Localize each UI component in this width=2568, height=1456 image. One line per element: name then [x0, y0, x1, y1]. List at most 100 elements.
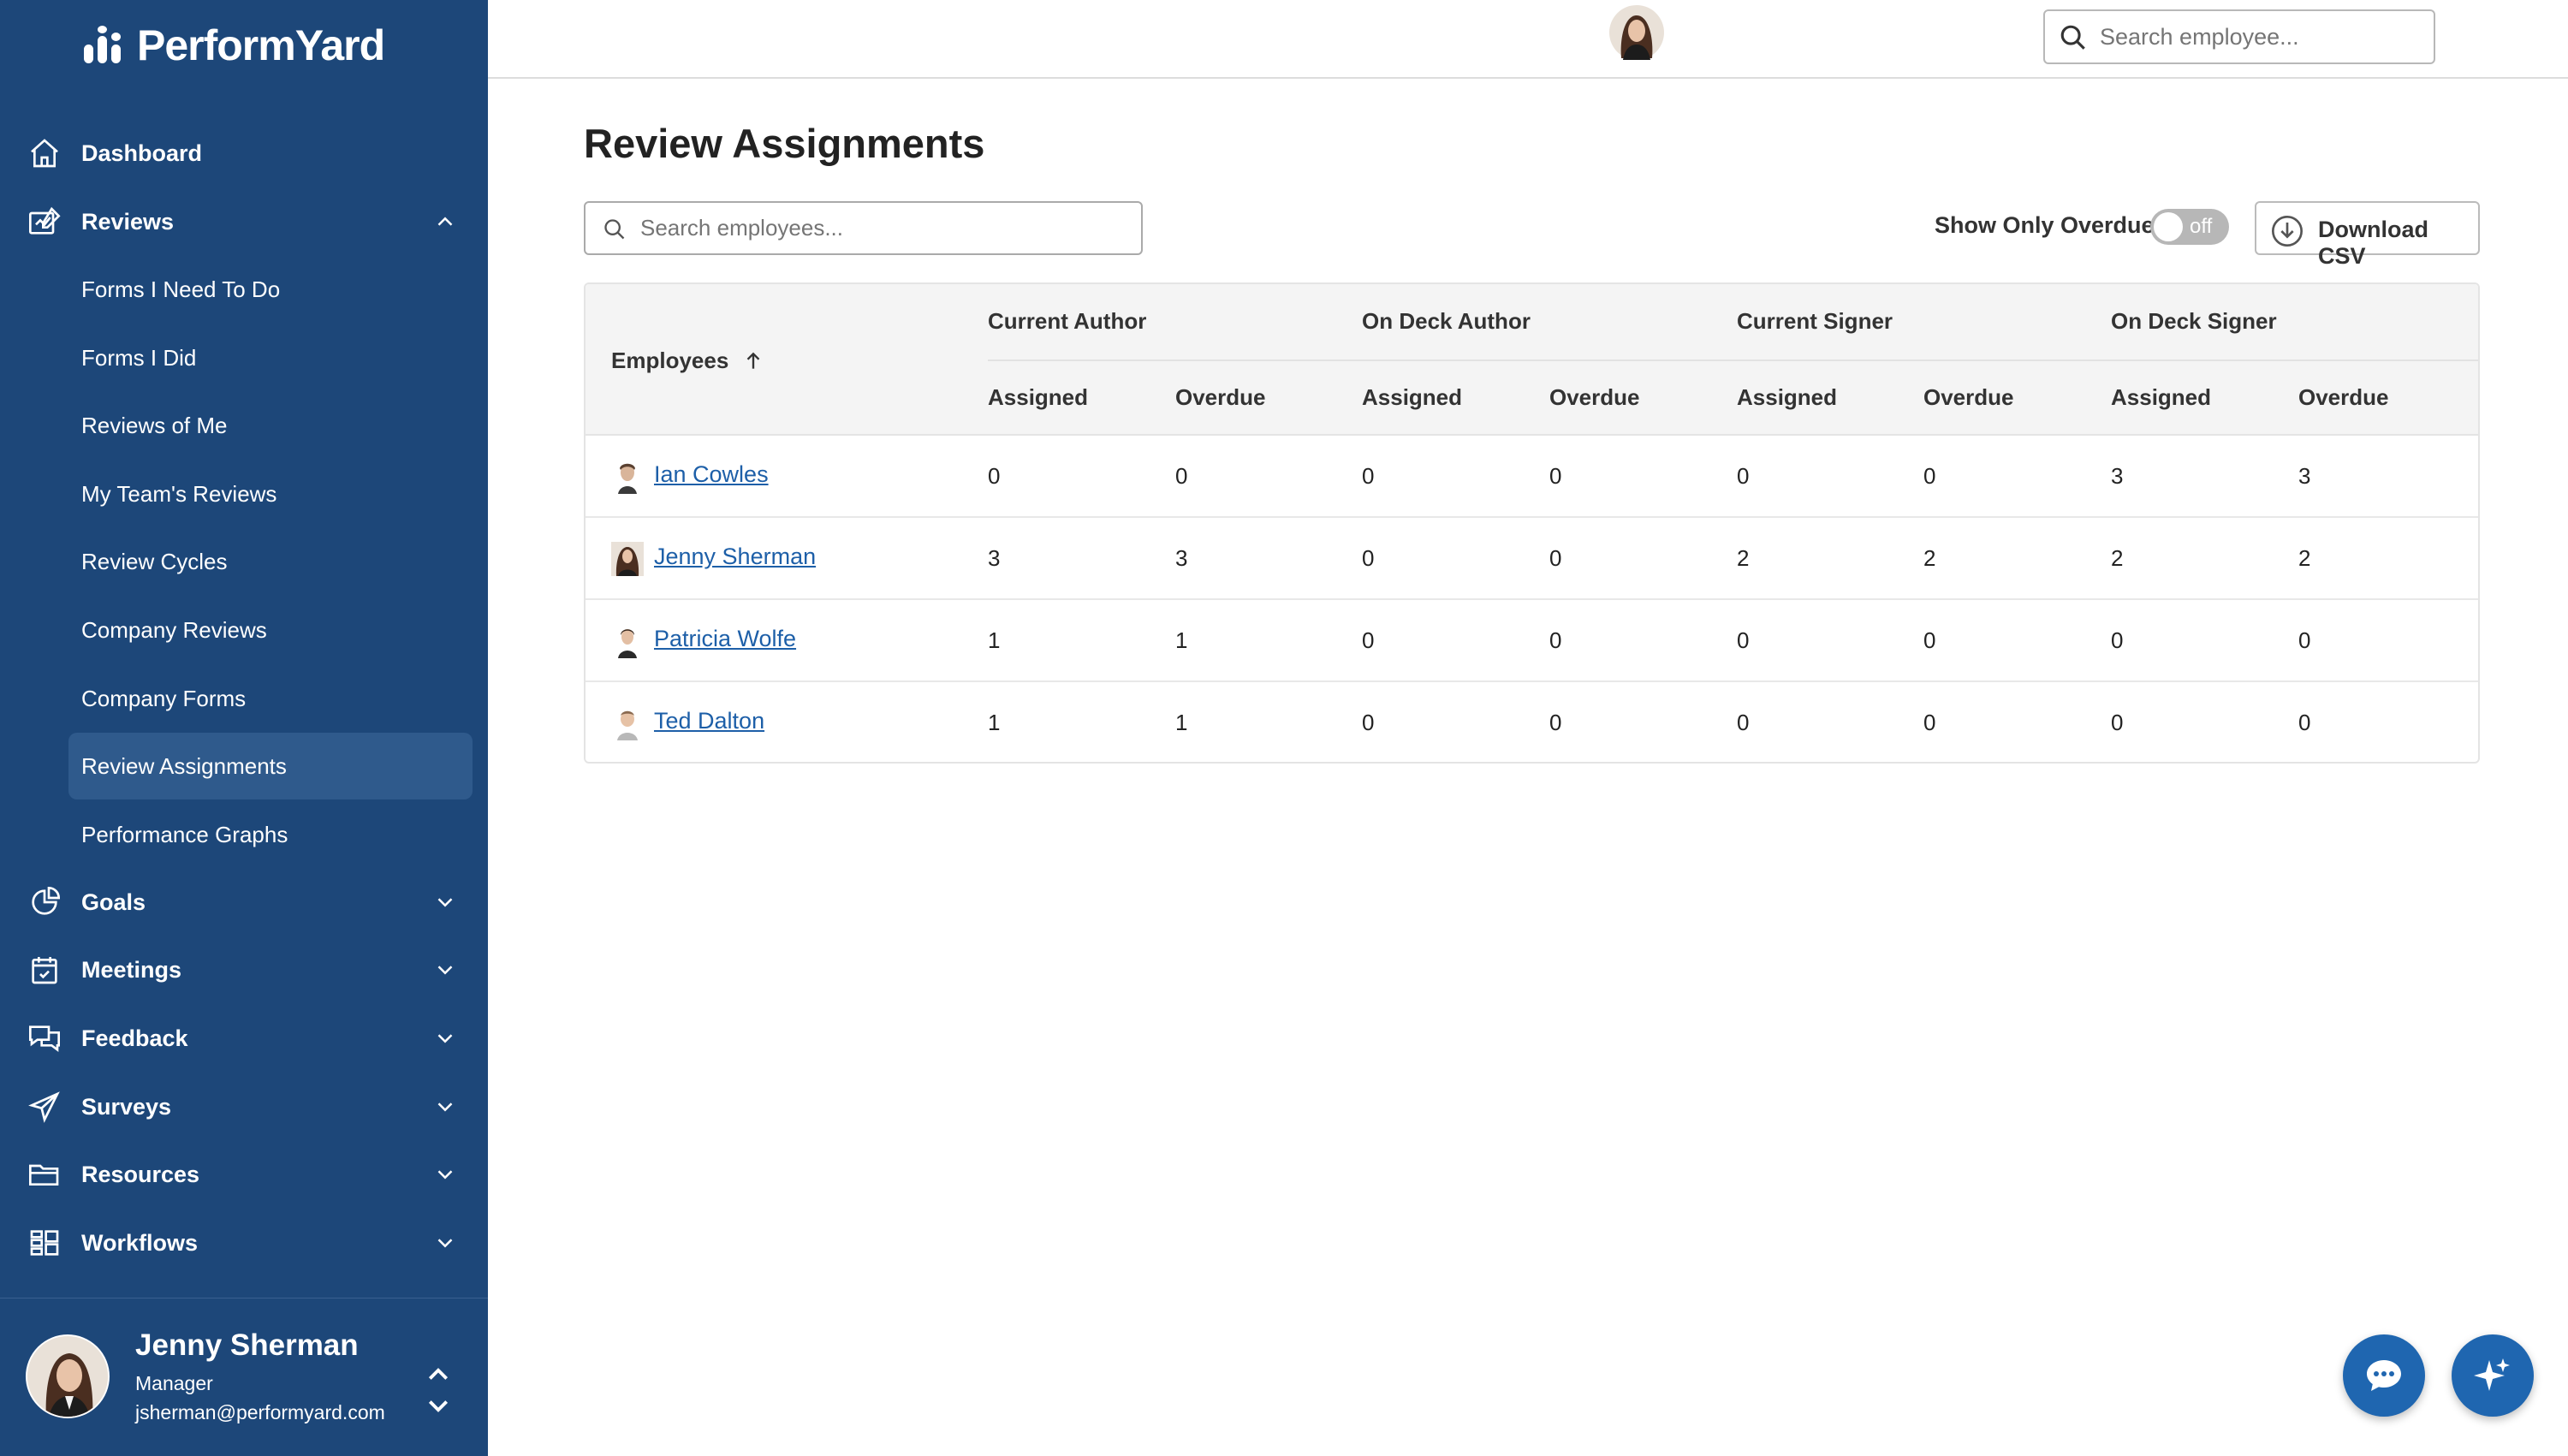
chevron-down-icon[interactable]	[432, 1230, 458, 1256]
chat-button[interactable]	[2343, 1334, 2425, 1417]
logo-text: PerformYard	[137, 21, 385, 69]
review-assignments-table: Employees Current Author On Deck Author …	[584, 282, 2480, 764]
column-header-overdue[interactable]: Overdue	[2298, 384, 2389, 411]
chevron-down-icon[interactable]	[432, 1094, 458, 1120]
user-role: Manager	[135, 1372, 213, 1394]
cell-value: 0	[1737, 463, 1750, 489]
column-header-assigned[interactable]: Assigned	[1737, 384, 1837, 411]
show-only-overdue-label: Show Only Overdue	[1935, 212, 2155, 238]
cell-value: 0	[1923, 463, 1936, 489]
user-profile[interactable]: Jenny Sherman Manager jsherman@performya…	[0, 1298, 488, 1456]
cell-value: 0	[1923, 627, 1936, 653]
employees-search-input[interactable]	[640, 215, 1128, 241]
subnav-forms-i-did[interactable]: Forms I Did	[68, 324, 473, 391]
chevron-up-icon[interactable]	[432, 209, 458, 235]
sparkle-icon	[2474, 1358, 2510, 1391]
cell-value: 0	[1549, 545, 1562, 571]
cell-value: 3	[988, 545, 1001, 571]
performyard-logo[interactable]: PerformYard	[84, 15, 385, 75]
top-avatar[interactable]	[1609, 5, 1664, 60]
employee-avatar	[611, 542, 644, 576]
expand-collapse-icon[interactable]	[426, 1365, 450, 1415]
cell-value: 0	[1549, 710, 1562, 735]
cell-value: 0	[988, 463, 1001, 489]
nav-label: Feedback	[81, 1025, 188, 1051]
cell-value: 0	[2298, 710, 2311, 735]
nav-label: Meetings	[81, 956, 182, 983]
nav-surveys[interactable]: Surveys	[0, 1076, 488, 1138]
sort-ascending-icon[interactable]	[742, 350, 764, 372]
ai-assistant-button[interactable]	[2452, 1334, 2534, 1417]
column-header-assigned[interactable]: Assigned	[2111, 384, 2211, 411]
group-header-on-deck-signer: On Deck Signer	[2111, 308, 2277, 334]
column-header-overdue[interactable]: Overdue	[1175, 384, 1266, 411]
chat-bubble-icon	[2367, 1360, 2401, 1391]
nav-resources[interactable]: Resources	[0, 1144, 488, 1205]
nav-reviews[interactable]: Reviews	[0, 191, 488, 253]
toggle-state-label: off	[2190, 215, 2213, 238]
chevron-down-icon[interactable]	[432, 889, 458, 915]
cell-value: 0	[1362, 627, 1375, 653]
cell-value: 1	[1175, 627, 1188, 653]
cell-value: 0	[2111, 627, 2124, 653]
subnav-company-reviews[interactable]: Company Reviews	[68, 597, 473, 663]
nav-dashboard[interactable]: Dashboard	[0, 122, 488, 184]
employee-link[interactable]: Patricia Wolfe	[654, 626, 796, 652]
nav-label: Surveys	[81, 1093, 172, 1120]
cell-value: 0	[2111, 710, 2124, 735]
nav-feedback[interactable]: Feedback	[0, 1007, 488, 1069]
nav-meetings[interactable]: Meetings	[0, 939, 488, 1001]
cell-value: 1	[988, 627, 1001, 653]
column-header-assigned[interactable]: Assigned	[988, 384, 1088, 411]
cell-value: 0	[1737, 710, 1750, 735]
sidebar: PerformYard Dashboard Reviews Forms I Ne…	[0, 0, 488, 1456]
search-icon	[2060, 25, 2085, 50]
user-name: Jenny Sherman	[135, 1328, 359, 1362]
employee-avatar	[611, 706, 644, 740]
nav-label: Goals	[81, 888, 146, 915]
cell-value: 1	[1175, 710, 1188, 735]
employee-search-box[interactable]	[2043, 9, 2435, 64]
feedback-icon	[29, 1025, 60, 1052]
chevron-down-icon[interactable]	[432, 1162, 458, 1187]
column-header-overdue[interactable]: Overdue	[1549, 384, 1640, 411]
show-only-overdue-toggle[interactable]: off	[2150, 209, 2229, 245]
nav-workflows[interactable]: Workflows	[0, 1212, 488, 1274]
chevron-down-icon[interactable]	[432, 957, 458, 983]
page-title: Review Assignments	[584, 121, 985, 166]
cell-value: 0	[1175, 463, 1188, 489]
logo-mark-icon	[84, 26, 127, 65]
cell-value: 0	[1549, 627, 1562, 653]
top-bar	[488, 0, 2568, 79]
table-row: Jenny Sherman 3 3 0 0 2 2 2 2	[586, 518, 2478, 600]
nav-label: Resources	[81, 1161, 200, 1187]
subnav-review-cycles[interactable]: Review Cycles	[68, 528, 473, 595]
subnav-company-forms[interactable]: Company Forms	[68, 665, 473, 732]
subnav-reviews-of-me[interactable]: Reviews of Me	[68, 392, 473, 459]
employees-column-header[interactable]: Employees	[611, 348, 764, 374]
subnav-performance-graphs[interactable]: Performance Graphs	[68, 801, 473, 868]
table-row: Ian Cowles 0 0 0 0 0 0 3 3	[586, 436, 2478, 518]
nav-label: Dashboard	[81, 140, 203, 166]
column-header-overdue[interactable]: Overdue	[1923, 384, 2014, 411]
download-csv-button[interactable]: Download CSV	[2255, 201, 2480, 269]
employees-search-box[interactable]	[584, 201, 1143, 255]
folder-icon	[29, 1164, 59, 1186]
employee-link[interactable]: Jenny Sherman	[654, 544, 816, 570]
group-header-current-author: Current Author	[988, 308, 1147, 334]
cell-value: 3	[1175, 545, 1188, 571]
subnav-forms-i-need-to-do[interactable]: Forms I Need To Do	[68, 256, 473, 323]
employee-link[interactable]: Ian Cowles	[654, 461, 769, 488]
search-icon	[604, 219, 625, 240]
nav-label: Workflows	[81, 1229, 199, 1256]
column-header-assigned[interactable]: Assigned	[1362, 384, 1462, 411]
chevron-down-icon[interactable]	[432, 1025, 458, 1051]
employee-search-input[interactable]	[2100, 23, 2425, 51]
nav-goals[interactable]: Goals	[0, 871, 488, 933]
cell-value: 0	[1737, 627, 1750, 653]
cell-value: 2	[1923, 545, 1936, 571]
subnav-my-teams-reviews[interactable]: My Team's Reviews	[68, 461, 473, 527]
employee-link[interactable]: Ted Dalton	[654, 708, 764, 734]
table-row: Patricia Wolfe 1 1 0 0 0 0 0 0	[586, 600, 2478, 682]
subnav-review-assignments[interactable]: Review Assignments	[68, 733, 473, 799]
